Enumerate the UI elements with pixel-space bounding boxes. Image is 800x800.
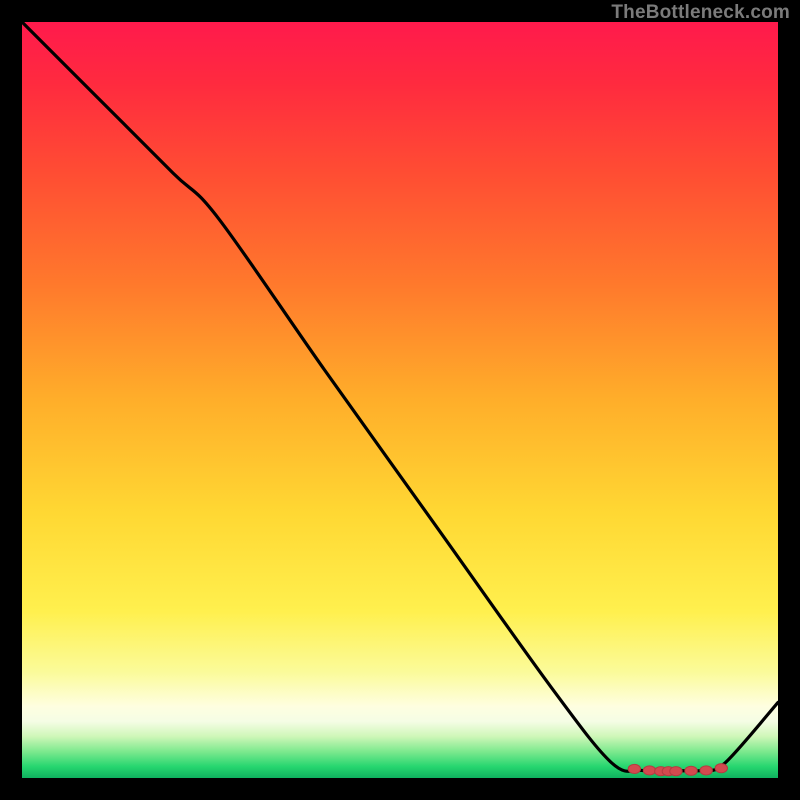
optimal-marker (628, 764, 640, 773)
optimal-marker (685, 766, 697, 775)
attribution-label: TheBottleneck.com (611, 2, 790, 24)
optimal-marker (700, 766, 712, 775)
chart-canvas: TheBottleneck.com (0, 0, 800, 800)
plot-area (22, 22, 778, 778)
optimal-marker (715, 764, 727, 773)
optimal-marker (670, 767, 682, 776)
optimal-marker (643, 766, 655, 775)
plot-frame (22, 22, 778, 778)
